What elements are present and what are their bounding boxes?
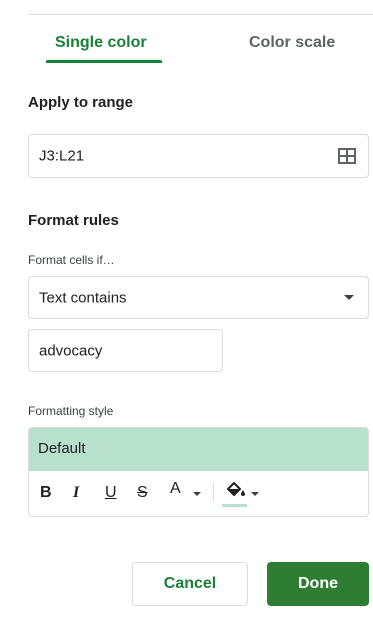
top-divider bbox=[28, 14, 373, 15]
italic-button[interactable]: I bbox=[73, 485, 79, 501]
done-button[interactable]: Done bbox=[267, 562, 369, 606]
fill-color-swatch bbox=[222, 504, 247, 507]
select-range-grid-icon[interactable] bbox=[338, 148, 356, 164]
tab-color-scale[interactable]: Color scale bbox=[249, 34, 335, 52]
condition-value: Text contains bbox=[39, 289, 127, 306]
format-rules-title: Format rules bbox=[28, 212, 119, 229]
dropdown-caret-icon bbox=[344, 295, 354, 300]
apply-to-range-title: Apply to range bbox=[28, 94, 134, 111]
formatting-style-label: Formatting style bbox=[28, 404, 114, 418]
strikethrough-button[interactable]: S bbox=[137, 485, 148, 501]
style-toolbar: B I U S A bbox=[29, 471, 368, 516]
range-value: J3:L21 bbox=[39, 147, 85, 165]
fill-color-icon[interactable] bbox=[224, 479, 248, 503]
active-tab-indicator bbox=[46, 60, 162, 63]
style-preview[interactable]: Default bbox=[29, 428, 368, 471]
format-cells-if-label: Format cells if… bbox=[28, 253, 115, 267]
underline-button[interactable]: U bbox=[105, 485, 117, 501]
style-preview-text: Default bbox=[38, 440, 86, 457]
toolbar-divider bbox=[213, 482, 214, 502]
tab-single-color[interactable]: Single color bbox=[55, 34, 147, 52]
text-color-button[interactable]: A bbox=[170, 481, 181, 497]
cancel-button[interactable]: Cancel bbox=[132, 562, 248, 606]
condition-select[interactable]: Text contains bbox=[28, 276, 369, 319]
fill-color-caret-icon bbox=[251, 492, 259, 496]
text-color-caret-icon bbox=[193, 492, 201, 496]
formatting-style-panel: Default B I U S A bbox=[28, 427, 369, 517]
condition-value-text: advocacy bbox=[39, 342, 103, 359]
condition-value-input[interactable]: advocacy bbox=[28, 329, 223, 372]
range-input[interactable]: J3:L21 bbox=[28, 134, 369, 178]
bold-button[interactable]: B bbox=[40, 485, 52, 501]
